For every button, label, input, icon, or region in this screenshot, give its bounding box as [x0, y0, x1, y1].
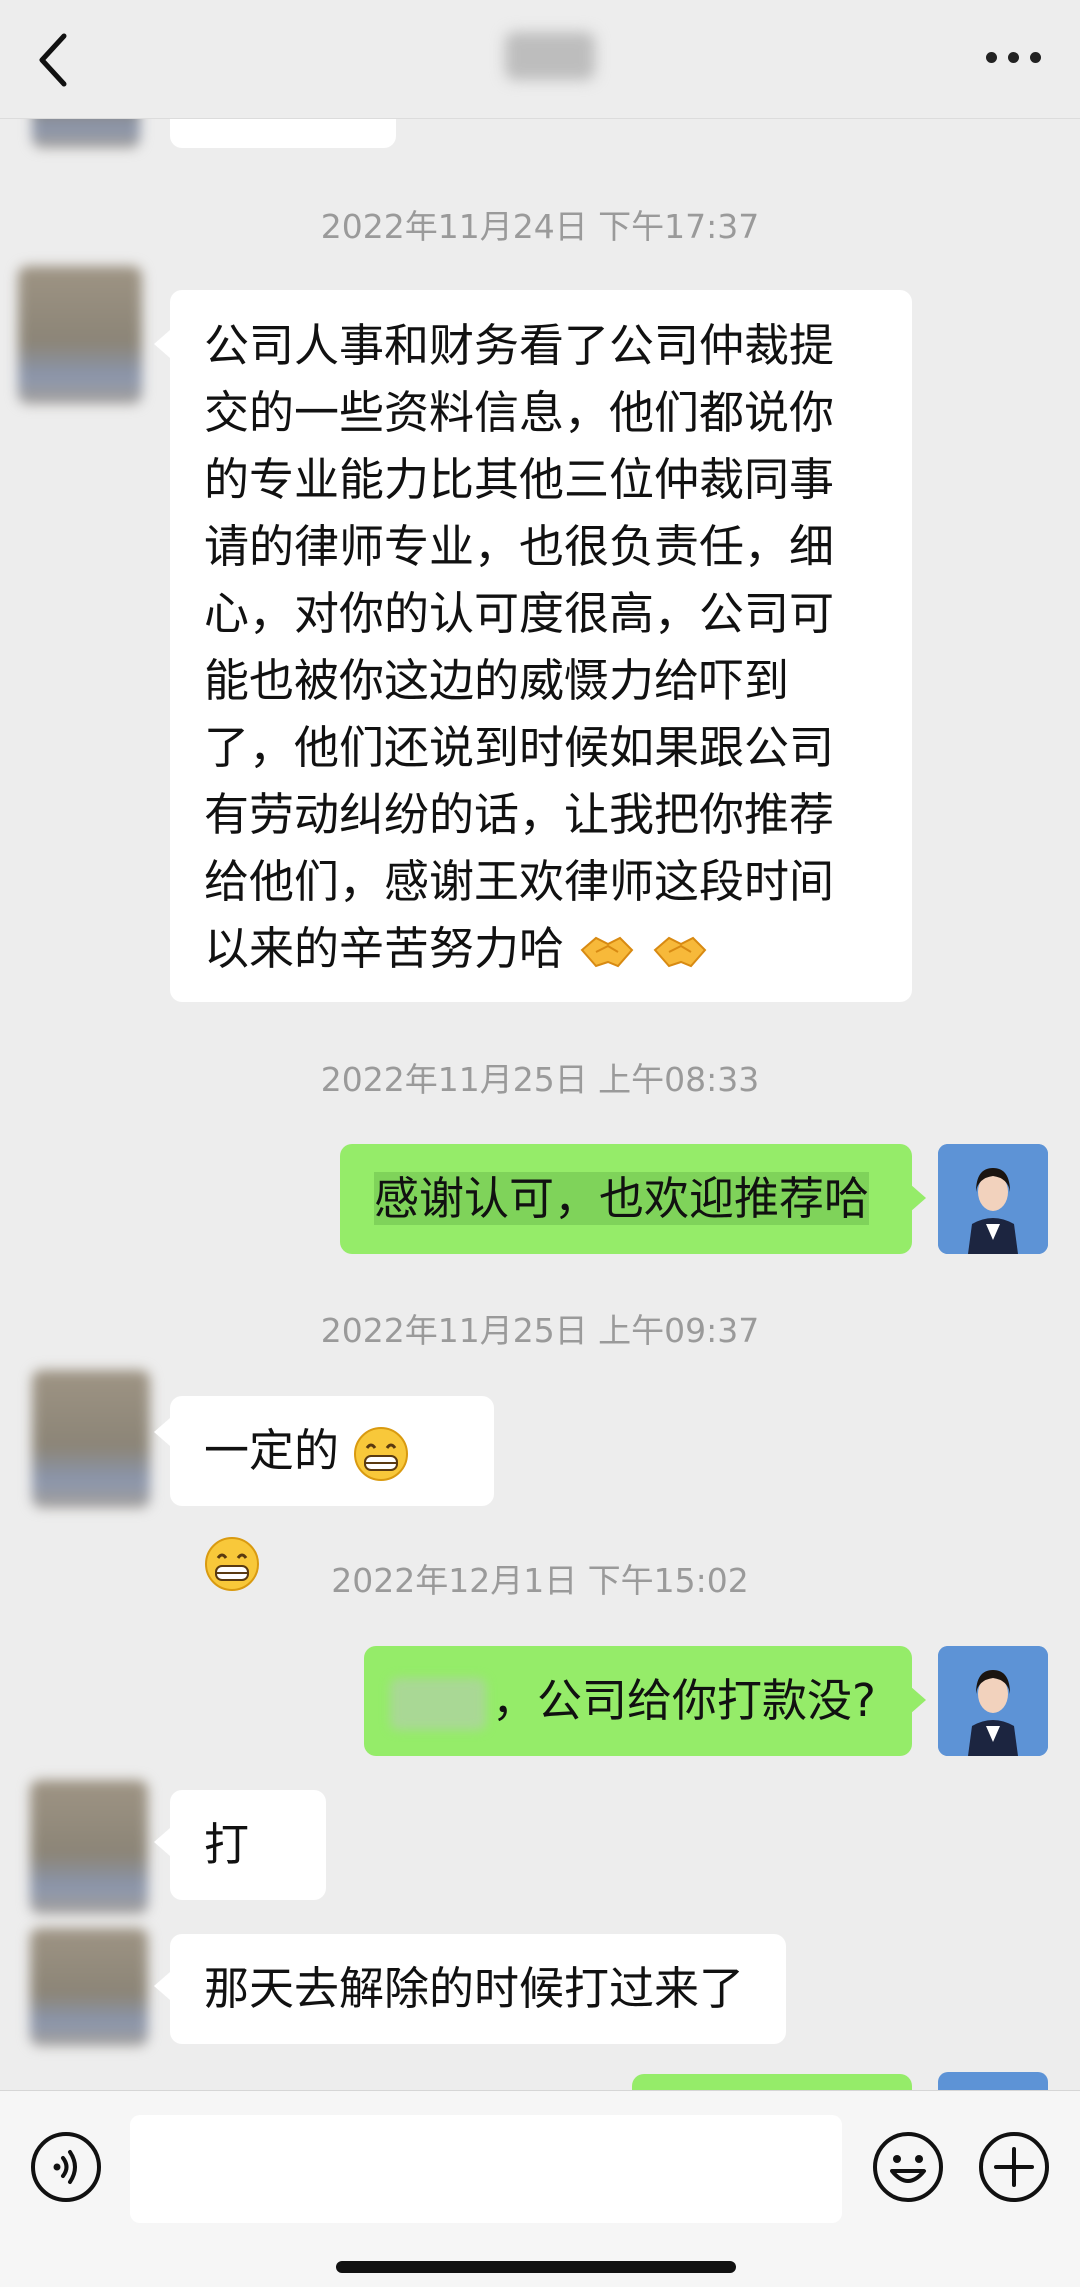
chevron-left-icon[interactable]: [30, 30, 80, 90]
plus-icon[interactable]: [978, 2131, 1050, 2203]
avatar[interactable]: [32, 1370, 150, 1508]
message-text: ，公司给你打款没?: [492, 1674, 876, 1727]
message-bubble-outgoing[interactable]: 感谢认可，也欢迎推荐哈: [340, 1144, 912, 1254]
message-bubble-incoming[interactable]: 那天去解除的时候打过来了: [170, 1934, 786, 2044]
message-bubble-partial: [170, 118, 396, 148]
handshake-emoji: [653, 936, 707, 968]
emoji-icon[interactable]: [872, 2131, 944, 2203]
message-bubble-outgoing[interactable]: x，公司给你打款没?: [364, 1646, 912, 1756]
timestamp: 2022年12月1日 下午15:02: [331, 1561, 749, 1600]
handshake-emoji: [580, 936, 634, 968]
voice-icon[interactable]: [30, 2131, 102, 2203]
contact-name: 彭希: [505, 32, 595, 80]
message-bubble-incoming[interactable]: 打了: [170, 1790, 326, 1981]
grin-emoji: [354, 1427, 409, 1481]
message-input[interactable]: [130, 2115, 842, 2223]
portrait-icon: [938, 1144, 1048, 1254]
message-text: 一定的: [204, 1424, 340, 1477]
message-bubble-incoming[interactable]: 公司人事和财务看了公司仲裁提交的一些资料信息，他们都说你的专业能力比其他三位仲裁…: [170, 290, 912, 1002]
avatar-self[interactable]: [938, 1646, 1048, 1756]
message-text: 感谢认可，也欢迎推荐哈: [374, 1172, 870, 1225]
redacted-name: x: [390, 1678, 486, 1730]
avatar[interactable]: [30, 1928, 148, 2046]
timestamp: 2022年11月25日 上午09:37: [320, 1311, 760, 1350]
input-bar: [0, 2090, 1080, 2287]
avatar-self[interactable]: [938, 1144, 1048, 1254]
message-text: 那天去解除的时候打过来了: [204, 1962, 745, 2015]
avatar[interactable]: [18, 266, 142, 404]
avatar[interactable]: [32, 118, 140, 148]
avatar-self[interactable]: [938, 2072, 1048, 2090]
more-dots-icon[interactable]: [986, 52, 1042, 64]
avatar[interactable]: [30, 1780, 148, 1914]
message-bubble-partial: [632, 2074, 912, 2090]
portrait-icon: [938, 1646, 1048, 1756]
timestamp: 2022年11月25日 上午08:33: [320, 1060, 760, 1099]
message-list[interactable]: 2022年11月24日 下午17:37 公司人事和财务看了公司仲裁提交的一些资料…: [0, 118, 1080, 2090]
chat-header: 彭希: [0, 0, 1080, 119]
timestamp: 2022年11月24日 下午17:37: [320, 207, 760, 246]
message-bubble-incoming[interactable]: 一定的: [170, 1396, 494, 1591]
home-indicator: [336, 2261, 736, 2273]
message-text: 公司人事和财务看了公司仲裁提交的一些资料信息，他们都说你的专业能力比其他三位仲裁…: [204, 319, 835, 975]
